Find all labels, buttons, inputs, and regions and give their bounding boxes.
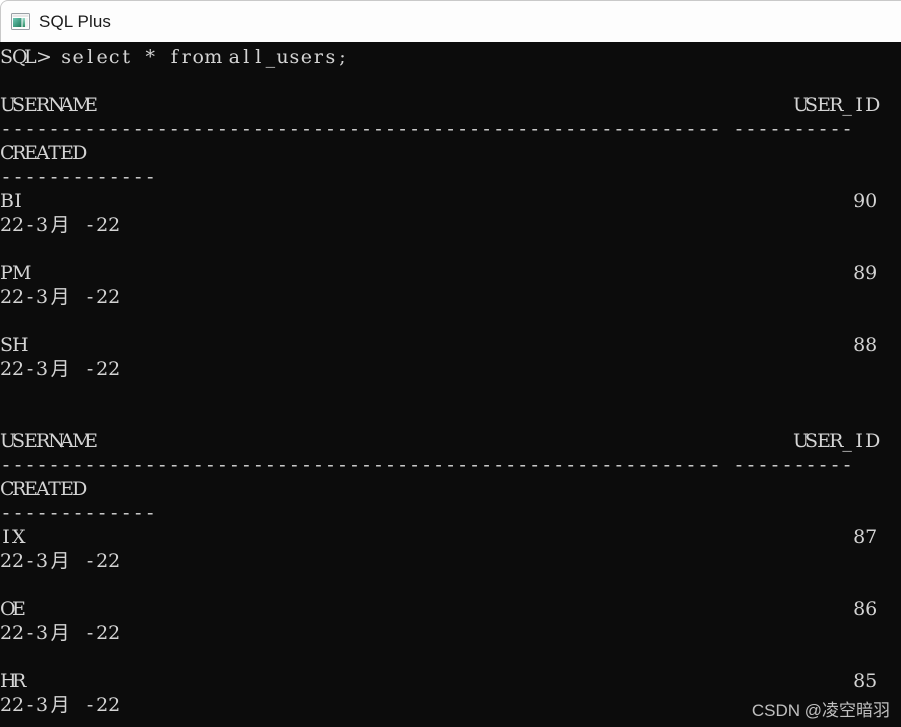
data-row-username: OE 86 — [0, 598, 878, 620]
data-row-created: 22-3 月 -22 — [0, 550, 121, 572]
column-header-line: USERNAME USER_ I D — [0, 94, 881, 116]
csdn-watermark: CSDN @凌空暗羽 — [751, 701, 890, 720]
window-titlebar: SQL Plus — [0, 0, 901, 42]
terminal-output-area[interactable]: SQL> se l ec t * f rom a l l _user s; USERNAME U… — [0, 42, 901, 727]
column-rule-line: ----------------------------------------… — [2, 118, 851, 140]
sqlplus-window: SQL Plus SQL> se l ec t * f rom a l l _user s; U… — [0, 0, 901, 727]
sqlplus-window-icon — [11, 13, 30, 30]
terminal-screen: SQL> se l ec t * f rom a l l _user s; USERNAME U… — [0, 42, 901, 717]
data-row-username: BI 90 — [0, 190, 878, 212]
data-row-created: 22-3 月 -22 — [0, 622, 121, 644]
data-row-created: 22-3 月 -22 — [0, 286, 121, 308]
prompt-line: SQL> se l ec t * f rom a l l _user s; — [0, 46, 346, 68]
column-rule-line: ----------------------------------------… — [2, 454, 851, 476]
window-title: SQL Plus — [39, 11, 111, 31]
created-rule-line: ------------- — [2, 502, 154, 524]
data-row-username: PM 89 — [0, 262, 878, 284]
created-header-line: CREATED — [0, 142, 88, 164]
created-rule-line: ------------- — [2, 166, 154, 188]
data-row-username: HR 85 — [0, 670, 878, 692]
data-row-username: SH 88 — [0, 334, 878, 356]
data-row-created: 22-3 月 -22 — [0, 358, 121, 380]
data-row-username: IX 87 — [2, 526, 878, 548]
created-header-line: CREATED — [0, 478, 88, 500]
column-header-line: USERNAME USER_ I D — [0, 430, 881, 452]
data-row-created: 22-3 月 -22 — [0, 214, 121, 236]
